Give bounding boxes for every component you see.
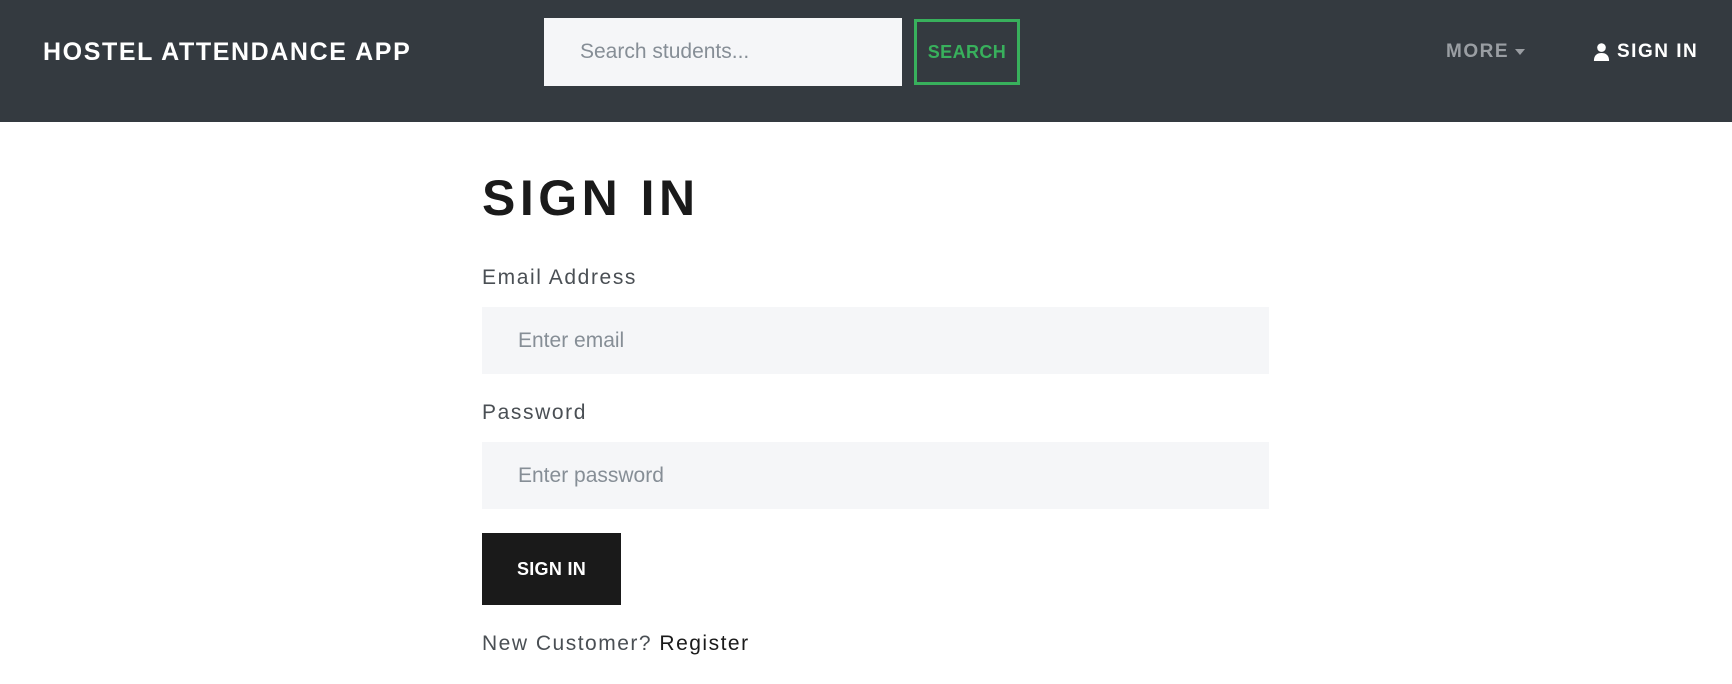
- chevron-down-icon: [1515, 49, 1525, 55]
- page-title: SIGN IN: [482, 170, 700, 226]
- password-field[interactable]: [482, 442, 1269, 509]
- register-link[interactable]: Register: [659, 632, 749, 655]
- more-label: MORE: [1446, 41, 1509, 62]
- nav-sign-in-label: SIGN IN: [1617, 41, 1699, 62]
- sign-in-button[interactable]: SIGN IN: [482, 533, 621, 605]
- email-label: Email Address: [482, 266, 638, 289]
- password-label: Password: [482, 401, 588, 424]
- top-navbar: HOSTEL ATTENDANCE APP SEARCH MORE SIGN I…: [0, 0, 1732, 122]
- search-button[interactable]: SEARCH: [914, 19, 1020, 85]
- nav-sign-in-link[interactable]: SIGN IN: [1593, 39, 1698, 65]
- register-prompt: New Customer? Register: [482, 630, 750, 658]
- more-dropdown[interactable]: MORE: [1446, 39, 1525, 65]
- user-icon: [1593, 43, 1610, 61]
- search-input[interactable]: [544, 18, 902, 86]
- brand-link[interactable]: HOSTEL ATTENDANCE APP: [43, 36, 411, 68]
- register-prompt-text: New Customer?: [482, 632, 653, 655]
- email-field[interactable]: [482, 307, 1269, 374]
